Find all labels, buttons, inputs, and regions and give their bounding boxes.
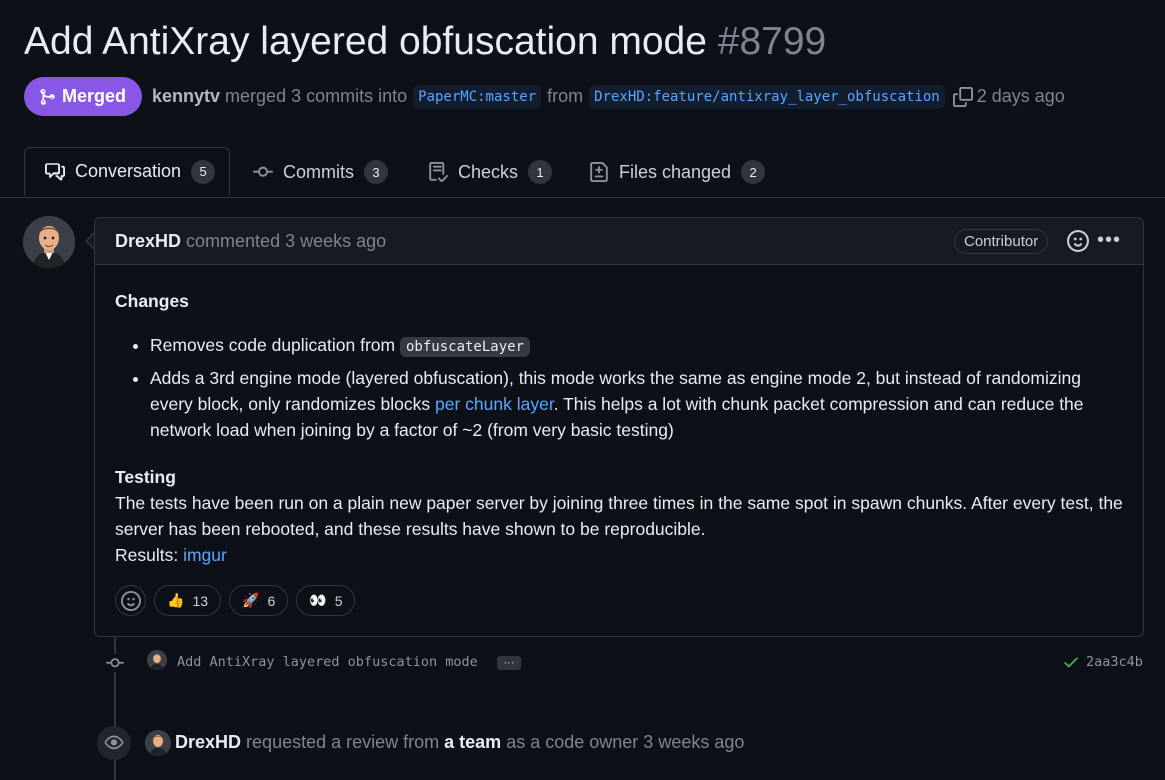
tab-commits-label: Commits bbox=[283, 161, 354, 182]
per-chunk-layer-link[interactable]: per chunk layer bbox=[435, 394, 554, 414]
comment-body: Changes Removes code duplication from ob… bbox=[115, 288, 1125, 568]
comment-box: DrexHD commented 3 weeks ago Contributor… bbox=[94, 217, 1144, 637]
reaction-count: 6 bbox=[267, 592, 276, 609]
rocket-icon: 🚀 bbox=[242, 592, 260, 608]
reaction-eyes[interactable]: 👀 5 bbox=[296, 585, 356, 616]
tab-files-count: 2 bbox=[741, 160, 766, 184]
comment-timestamp[interactable]: commented 3 weeks ago bbox=[186, 231, 386, 252]
list-item: Removes code duplication from obfuscateL… bbox=[150, 332, 1125, 360]
review-request-event: DrexHD requested a review from a team as… bbox=[0, 726, 1165, 760]
reaction-rocket[interactable]: 🚀 6 bbox=[229, 585, 289, 616]
reviewer-avatar[interactable] bbox=[145, 730, 171, 756]
tab-conversation-count: 5 bbox=[191, 159, 216, 184]
kebab-horizontal-icon[interactable]: ••• bbox=[1097, 229, 1121, 252]
testing-text: The tests have been run on a plain new p… bbox=[115, 493, 1123, 539]
review-event-text: DrexHD requested a review from a team as… bbox=[175, 732, 744, 753]
testing-heading: Testing bbox=[115, 467, 176, 487]
comment-author[interactable]: DrexHD bbox=[115, 231, 181, 252]
checklist-icon bbox=[429, 162, 448, 182]
tab-conversation-label: Conversation bbox=[75, 161, 182, 181]
eye-icon bbox=[97, 726, 131, 760]
merge-text: merged 3 commits into bbox=[225, 86, 408, 106]
file-diff-icon bbox=[590, 162, 608, 182]
avatar[interactable] bbox=[23, 216, 75, 268]
tab-commits[interactable]: Commits 3 bbox=[253, 147, 388, 197]
pr-tabs: Conversation 5 Commits 3 Checks 1 Files … bbox=[0, 147, 1165, 198]
commit-author-avatar[interactable] bbox=[147, 650, 167, 670]
tab-checks[interactable]: Checks 1 bbox=[428, 147, 553, 197]
merge-time: 2 days ago bbox=[976, 86, 1065, 106]
imgur-link[interactable]: imgur bbox=[183, 545, 227, 565]
pr-number: #8799 bbox=[717, 20, 827, 63]
eyes-icon: 👀 bbox=[309, 592, 327, 608]
reaction-thumbs-up[interactable]: 👍 13 bbox=[154, 585, 222, 616]
tab-checks-count: 1 bbox=[528, 160, 553, 184]
git-merge-icon bbox=[40, 88, 55, 105]
commit-row: Add AntiXray layered obfuscation mode ··… bbox=[0, 650, 1165, 676]
commit-expand-button[interactable]: ··· bbox=[497, 656, 521, 670]
review-text-2: as a code owner 3 weeks ago bbox=[506, 732, 745, 752]
bullet1-text: Removes code duplication from bbox=[150, 335, 396, 355]
commit-sha[interactable]: 2aa3c4b bbox=[1086, 654, 1143, 670]
check-icon[interactable] bbox=[1062, 653, 1080, 674]
changes-heading: Changes bbox=[115, 291, 189, 311]
review-text-1: requested a review from bbox=[246, 732, 440, 752]
thumbs-up-icon: 👍 bbox=[167, 592, 185, 608]
comment-header: DrexHD commented 3 weeks ago Contributor… bbox=[95, 218, 1143, 265]
base-branch[interactable]: PaperMC:master bbox=[413, 84, 542, 109]
changes-list: Removes code duplication from obfuscateL… bbox=[115, 332, 1125, 443]
tab-conversation[interactable]: Conversation 5 bbox=[24, 147, 230, 196]
merged-label: Merged bbox=[62, 86, 127, 106]
list-item: Adds a 3rd engine mode (layered obfuscat… bbox=[150, 365, 1125, 443]
add-reaction-icon[interactable] bbox=[1067, 230, 1089, 257]
comment-discussion-icon bbox=[45, 162, 65, 180]
avatar-illustration bbox=[23, 216, 75, 268]
tab-checks-label: Checks bbox=[458, 161, 519, 182]
pr-title-text: Add AntiXray layered obfuscation mode bbox=[24, 20, 707, 63]
tab-files-changed[interactable]: Files changed 2 bbox=[589, 147, 766, 197]
results-line: Results: imgur bbox=[115, 542, 1125, 568]
merger-link[interactable]: kennytv bbox=[152, 86, 220, 107]
head-branch[interactable]: DrexHD:feature/antixray_layer_obfuscatio… bbox=[589, 84, 945, 109]
git-commit-icon bbox=[253, 166, 273, 177]
pr-meta: Merged kennytv merged 3 commits into Pap… bbox=[24, 77, 1065, 116]
inline-code: obfuscateLayer bbox=[400, 337, 531, 357]
review-team[interactable]: a team bbox=[444, 732, 501, 752]
git-commit-icon bbox=[105, 654, 125, 675]
review-actor[interactable]: DrexHD bbox=[175, 732, 241, 752]
merged-status-badge: Merged bbox=[24, 77, 143, 116]
tab-commits-count: 3 bbox=[364, 160, 388, 184]
reaction-count: 13 bbox=[192, 592, 209, 609]
tab-files-label: Files changed bbox=[619, 161, 732, 182]
commit-message[interactable]: Add AntiXray layered obfuscation mode bbox=[177, 654, 478, 670]
contributor-badge: Contributor bbox=[954, 229, 1049, 254]
smiley-icon bbox=[120, 590, 141, 611]
results-label: Results: bbox=[115, 545, 179, 565]
reaction-count: 5 bbox=[334, 592, 343, 609]
add-reaction-button[interactable] bbox=[115, 585, 146, 616]
copy-icon[interactable] bbox=[952, 86, 973, 107]
reactions-bar: 👍 13 🚀 6 👀 5 bbox=[115, 585, 356, 616]
from-text: from bbox=[547, 86, 584, 106]
pr-title: Add AntiXray layered obfuscation mode #8… bbox=[24, 20, 826, 64]
